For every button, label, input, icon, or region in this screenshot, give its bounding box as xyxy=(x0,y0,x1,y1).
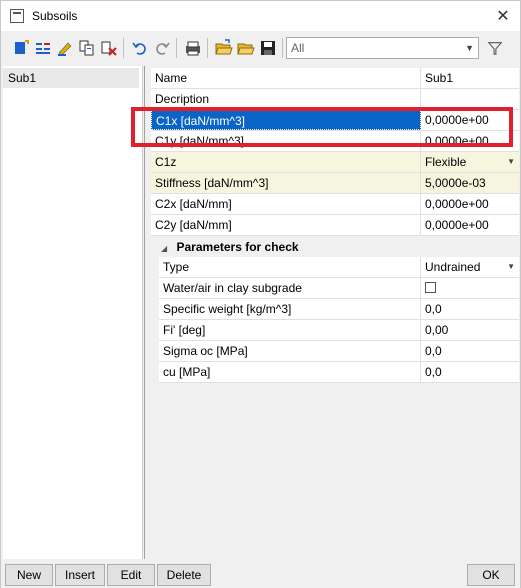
property-value[interactable] xyxy=(421,89,519,109)
add-icon[interactable] xyxy=(10,37,31,59)
property-row-stiffness[interactable]: Stiffness [daN/mm^3] 5,0000e-03 xyxy=(151,173,519,194)
property-row-water-air[interactable]: Water/air in clay subgrade xyxy=(159,278,519,299)
window-icon xyxy=(10,9,24,23)
property-row-description[interactable]: Decription xyxy=(151,89,519,110)
property-label: Name xyxy=(151,68,421,88)
property-label: Decription xyxy=(151,89,421,109)
property-label: Stiffness [daN/mm^3] xyxy=(151,173,421,193)
toolbar: All ▼ xyxy=(1,33,520,63)
filter-icon[interactable] xyxy=(485,37,505,59)
property-row-sigma-oc[interactable]: Sigma oc [MPa] 0,0 xyxy=(159,341,519,362)
property-row-fi[interactable]: Fi' [deg] 0,00 xyxy=(159,320,519,341)
edit-icon[interactable] xyxy=(54,37,75,59)
open-folder-icon[interactable] xyxy=(213,37,234,59)
toolbar-separator xyxy=(282,38,283,58)
property-value[interactable]: Flexible ▼ xyxy=(421,152,519,172)
property-row-type[interactable]: Type Undrained ▼ xyxy=(159,257,519,278)
redo-icon[interactable] xyxy=(151,37,172,59)
property-row-c2y[interactable]: C2y [daN/mm] 0,0000e+00 xyxy=(151,215,519,236)
property-value[interactable]: Sub1 xyxy=(421,68,519,88)
property-value[interactable]: 0,0000e+00 xyxy=(421,194,519,214)
property-row-c1z[interactable]: C1z Flexible ▼ xyxy=(151,152,519,173)
delete-icon[interactable] xyxy=(98,37,119,59)
open-folder-icon[interactable] xyxy=(235,37,256,59)
property-value-text: Undrained xyxy=(425,260,481,274)
title-bar: Subsoils ✕ xyxy=(1,1,520,31)
property-row-cu[interactable]: cu [MPa] 0,0 xyxy=(159,362,519,383)
insert-icon[interactable] xyxy=(32,37,53,59)
filter-dropdown[interactable]: All ▼ xyxy=(286,37,479,59)
property-value[interactable]: 0,0000e+00 xyxy=(421,131,519,151)
undo-icon[interactable] xyxy=(129,37,150,59)
property-row-c1x[interactable]: C1x [daN/mm^3] 0,0000e+00 xyxy=(151,110,519,131)
property-label: C1x [daN/mm^3] xyxy=(151,110,421,130)
property-label: C2x [daN/mm] xyxy=(151,194,421,214)
new-button[interactable]: New xyxy=(5,564,53,586)
property-value[interactable]: Undrained ▼ xyxy=(421,257,519,277)
property-row-c2x[interactable]: C2x [daN/mm] 0,0000e+00 xyxy=(151,194,519,215)
property-label: Specific weight [kg/m^3] xyxy=(159,299,421,319)
list-item[interactable]: Sub1 xyxy=(3,68,139,88)
property-grid: Name Sub1 Decription C1x [daN/mm^3] 0,00… xyxy=(144,66,520,559)
property-value-text: Flexible xyxy=(425,155,467,169)
property-label: C2y [daN/mm] xyxy=(151,215,421,235)
edit-button[interactable]: Edit xyxy=(107,564,155,586)
ok-button[interactable]: OK xyxy=(467,564,515,586)
button-bar: New Insert Edit Delete OK xyxy=(1,562,520,588)
property-row-c1y[interactable]: C1y [daN/mm^3] 0,0000e+00 xyxy=(151,131,519,152)
subsoil-list[interactable]: Sub1 xyxy=(3,66,143,559)
property-label: Sigma oc [MPa] xyxy=(159,341,421,361)
filter-value: All xyxy=(291,41,305,55)
delete-button[interactable]: Delete xyxy=(157,564,211,586)
toolbar-separator xyxy=(207,38,208,58)
water-air-checkbox[interactable] xyxy=(425,282,436,294)
property-value[interactable]: 5,0000e-03 xyxy=(421,173,519,193)
save-icon[interactable] xyxy=(257,37,278,59)
insert-button[interactable]: Insert xyxy=(55,564,105,586)
chevron-down-icon[interactable]: ▼ xyxy=(507,152,515,172)
subsoils-dialog: Subsoils ✕ All ▼ Sub1 Name Sub1 Decripti… xyxy=(0,0,521,588)
property-value[interactable]: 0,0000e+00 xyxy=(421,110,519,130)
property-label: Water/air in clay subgrade xyxy=(159,278,421,298)
close-button[interactable]: ✕ xyxy=(486,1,520,31)
property-label: Type xyxy=(159,257,421,277)
chevron-down-icon[interactable]: ▼ xyxy=(507,257,515,277)
chevron-down-icon: ▼ xyxy=(465,43,474,53)
section-title: Parameters for check xyxy=(176,240,299,254)
collapse-caret-icon[interactable]: ◢ xyxy=(161,244,167,253)
copy-icon[interactable] xyxy=(76,37,97,59)
property-value[interactable]: 0,0000e+00 xyxy=(421,215,519,235)
print-icon[interactable] xyxy=(182,37,203,59)
toolbar-separator xyxy=(123,38,124,58)
property-value[interactable]: 0,0 xyxy=(421,362,519,382)
toolbar-separator xyxy=(176,38,177,58)
property-label: Fi' [deg] xyxy=(159,320,421,340)
section-header-parameters[interactable]: ◢ Parameters for check xyxy=(151,236,519,258)
property-row-specific-weight[interactable]: Specific weight [kg/m^3] 0,0 xyxy=(159,299,519,320)
property-value[interactable] xyxy=(421,278,519,298)
property-label: cu [MPa] xyxy=(159,362,421,382)
property-value[interactable]: 0,0 xyxy=(421,341,519,361)
property-label: C1z xyxy=(151,152,421,172)
property-value[interactable]: 0,00 xyxy=(421,320,519,340)
property-label: C1y [daN/mm^3] xyxy=(151,131,421,151)
property-value[interactable]: 0,0 xyxy=(421,299,519,319)
property-row-name[interactable]: Name Sub1 xyxy=(151,68,519,89)
window-title: Subsoils xyxy=(32,9,78,23)
